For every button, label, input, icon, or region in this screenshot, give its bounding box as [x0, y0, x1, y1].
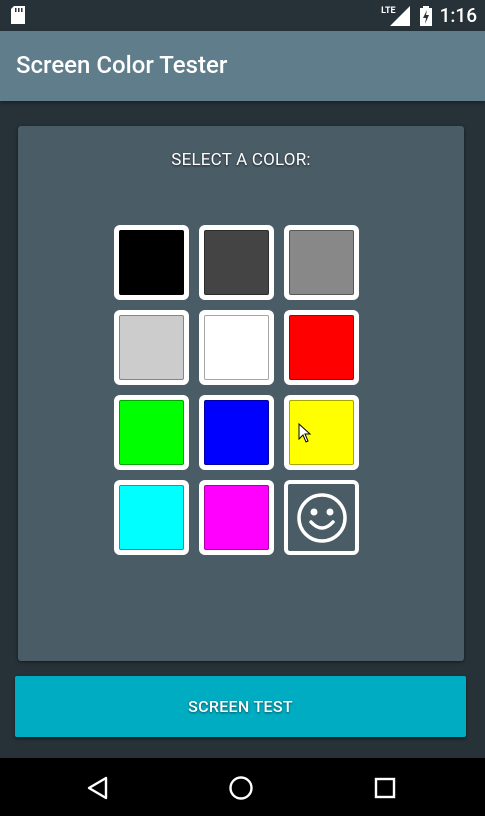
sd-card-icon — [11, 6, 25, 24]
swatch-black[interactable] — [114, 225, 189, 300]
swatch-color-fill — [119, 400, 184, 465]
swatch-blue[interactable] — [199, 395, 274, 470]
battery-charging-icon — [419, 5, 432, 26]
panel-title: SELECT A COLOR: — [171, 150, 311, 170]
navigation-bar — [0, 758, 485, 816]
swatch-yellow[interactable] — [284, 395, 359, 470]
back-icon[interactable] — [85, 775, 111, 801]
swatch-gray[interactable] — [284, 225, 359, 300]
swatch-color-fill — [119, 315, 184, 380]
mouse-cursor-icon — [298, 423, 312, 443]
swatch-color-fill — [289, 315, 354, 380]
color-grid — [114, 225, 359, 555]
swatch-light-gray[interactable] — [114, 310, 189, 385]
swatch-color-fill — [204, 230, 269, 295]
swatch-color-fill — [204, 400, 269, 465]
swatch-green[interactable] — [114, 395, 189, 470]
signal-icon — [389, 5, 410, 26]
swatch-color-fill — [289, 230, 354, 295]
swatch-cyan[interactable] — [114, 480, 189, 555]
swatch-random[interactable] — [284, 480, 359, 555]
swatch-color-fill — [119, 230, 184, 295]
app-title: Screen Color Tester — [16, 51, 228, 79]
recents-icon[interactable] — [372, 775, 398, 801]
status-bar: LTE 1:16 — [0, 0, 485, 31]
status-indicators: LTE 1:16 — [381, 0, 477, 31]
clock: 1:16 — [439, 4, 477, 27]
swatch-color-fill — [204, 485, 269, 550]
screen-test-button[interactable]: SCREEN TEST — [15, 676, 466, 737]
smiley-icon — [296, 492, 347, 543]
swatch-white[interactable] — [199, 310, 274, 385]
swatch-color-fill — [119, 485, 184, 550]
swatch-dark-gray[interactable] — [199, 225, 274, 300]
swatch-color-fill — [204, 315, 269, 380]
color-panel: SELECT A COLOR: — [18, 126, 464, 661]
app-bar: Screen Color Tester — [0, 31, 485, 101]
swatch-magenta[interactable] — [199, 480, 274, 555]
swatch-red[interactable] — [284, 310, 359, 385]
home-icon[interactable] — [228, 775, 254, 801]
